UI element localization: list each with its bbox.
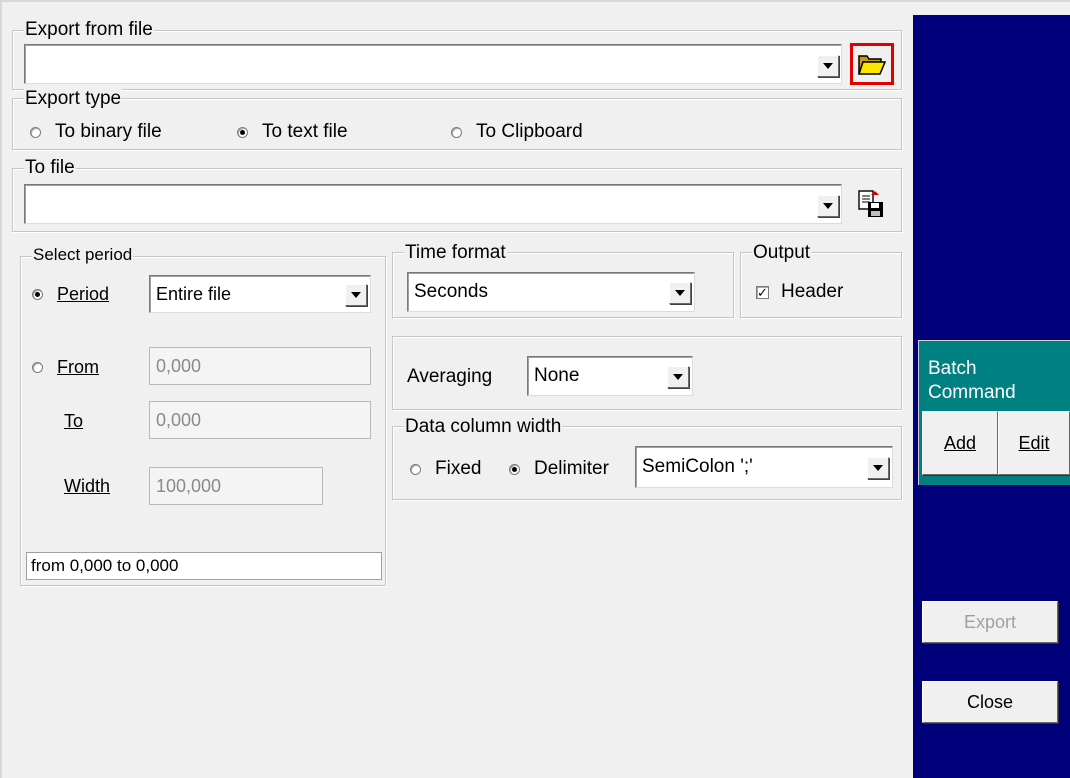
select-period-legend: Select period bbox=[32, 245, 134, 265]
averaging-dropdown-button[interactable] bbox=[667, 366, 689, 388]
radio-period-indicator bbox=[32, 289, 43, 300]
checkmark-icon: ✓ bbox=[756, 284, 769, 300]
export-from-file-legend: Export from file bbox=[24, 19, 154, 40]
radio-to-clipboard-indicator bbox=[451, 126, 462, 138]
export-type-legend: Export type bbox=[24, 88, 123, 109]
batch-command-title: Batch Command bbox=[928, 357, 1016, 405]
width-input[interactable]: 100,000 bbox=[149, 467, 323, 505]
period-summary: from 0,000 to 0,000 bbox=[26, 552, 382, 580]
radio-to-text-file-label: To text file bbox=[262, 121, 348, 142]
radio-to-clipboard-label: To Clipboard bbox=[476, 121, 583, 142]
to-input[interactable]: 0,000 bbox=[149, 401, 371, 439]
to-file-legend: To file bbox=[24, 157, 76, 178]
chevron-down-icon bbox=[675, 290, 685, 296]
radio-to-binary-file-indicator bbox=[30, 126, 41, 138]
time-format-combo[interactable]: Seconds bbox=[407, 272, 695, 312]
radio-fixed-label: Fixed bbox=[435, 458, 482, 479]
delimiter-value: SemiColon ';' bbox=[642, 456, 753, 477]
batch-add-button[interactable]: Add bbox=[922, 411, 998, 475]
from-input[interactable]: 0,000 bbox=[149, 347, 371, 385]
radio-to-text-file[interactable]: To text file bbox=[237, 121, 348, 143]
time-format-value: Seconds bbox=[414, 281, 488, 302]
batch-edit-button[interactable]: Edit bbox=[998, 411, 1070, 475]
export-from-file-combo[interactable] bbox=[24, 44, 842, 84]
period-dropdown-button[interactable] bbox=[345, 284, 367, 306]
chevron-down-icon bbox=[823, 203, 833, 209]
chevron-down-icon bbox=[351, 292, 361, 298]
batch-add-label: Add bbox=[943, 432, 977, 453]
time-format-dropdown-button[interactable] bbox=[669, 282, 691, 304]
close-button-label: Close bbox=[966, 691, 1014, 712]
width-label: Width bbox=[64, 476, 111, 496]
radio-period-label: Period bbox=[57, 284, 110, 304]
to-file-combo[interactable] bbox=[24, 184, 842, 224]
save-file-button[interactable] bbox=[850, 184, 892, 224]
chevron-down-icon bbox=[673, 374, 683, 380]
radio-fixed-indicator bbox=[410, 463, 421, 475]
to-label: To bbox=[64, 411, 84, 431]
averaging-combo[interactable]: None bbox=[527, 356, 693, 396]
period-combo-value: Entire file bbox=[156, 283, 232, 304]
period-combo[interactable]: Entire file bbox=[149, 275, 371, 313]
batch-edit-label: Edit bbox=[1018, 432, 1050, 453]
radio-from[interactable]: From bbox=[32, 357, 99, 378]
radio-from-indicator bbox=[32, 362, 43, 373]
radio-to-binary-file-label: To binary file bbox=[55, 121, 162, 142]
radio-to-binary-file[interactable]: To binary file bbox=[30, 121, 162, 143]
browse-file-button[interactable] bbox=[850, 43, 894, 85]
chevron-down-icon bbox=[873, 465, 883, 471]
header-checkbox[interactable]: ✓ Header bbox=[756, 281, 843, 303]
delimiter-dropdown-button[interactable] bbox=[867, 457, 889, 479]
radio-from-label: From bbox=[57, 357, 99, 377]
to-file-dropdown-button[interactable] bbox=[817, 195, 839, 217]
radio-delimiter-label: Delimiter bbox=[534, 458, 609, 479]
save-file-icon bbox=[858, 190, 883, 217]
radio-to-text-file-indicator bbox=[237, 126, 248, 138]
radio-fixed[interactable]: Fixed bbox=[410, 458, 481, 480]
header-checkbox-label: Header bbox=[781, 281, 844, 302]
export-button[interactable]: Export bbox=[922, 601, 1058, 643]
close-button[interactable]: Close bbox=[922, 681, 1058, 723]
averaging-value: None bbox=[534, 365, 580, 386]
radio-to-clipboard[interactable]: To Clipboard bbox=[451, 121, 583, 143]
batch-command-title-line1: Batch bbox=[928, 358, 977, 379]
chevron-down-icon bbox=[823, 63, 833, 69]
batch-command-title-line2: Command bbox=[928, 382, 1016, 403]
output-legend: Output bbox=[752, 242, 812, 263]
averaging-label: Averaging bbox=[407, 366, 493, 387]
radio-period[interactable]: Period bbox=[32, 284, 109, 305]
radio-delimiter-indicator bbox=[509, 463, 520, 475]
export-button-label: Export bbox=[963, 611, 1017, 632]
folder-open-icon bbox=[857, 55, 887, 75]
data-column-width-legend: Data column width bbox=[404, 416, 563, 437]
time-format-legend: Time format bbox=[404, 242, 507, 263]
export-from-file-dropdown-button[interactable] bbox=[817, 55, 839, 77]
delimiter-combo[interactable]: SemiColon ';' bbox=[635, 446, 893, 488]
radio-delimiter[interactable]: Delimiter bbox=[509, 458, 609, 480]
